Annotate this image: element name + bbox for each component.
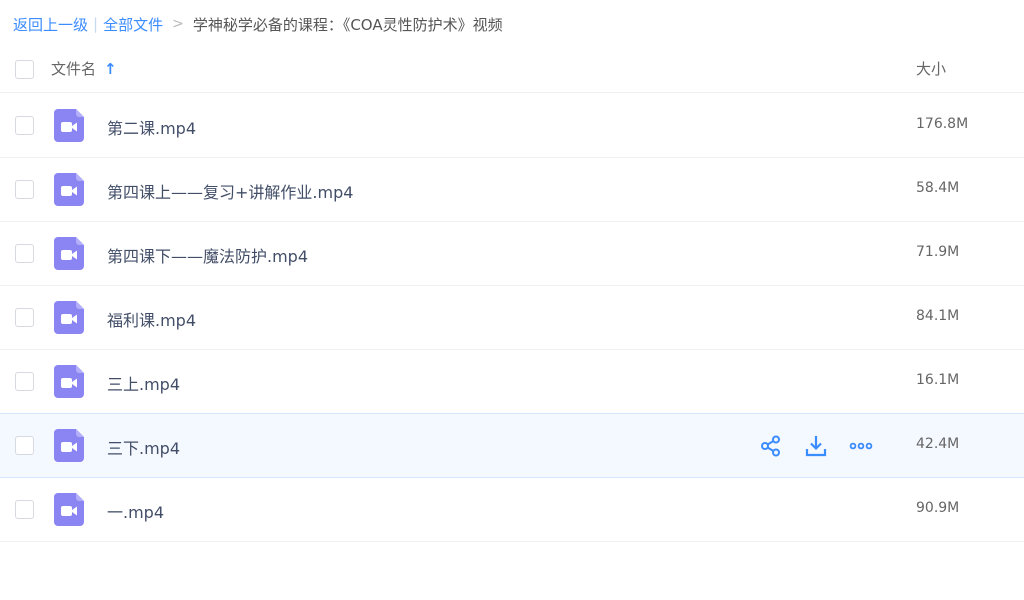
video-file-icon[interactable] — [54, 237, 84, 270]
file-name[interactable]: 福利课.mp4 — [107, 307, 196, 331]
file-checkbox[interactable] — [15, 436, 34, 455]
file-size: 176.8M — [916, 116, 969, 132]
list-header: 文件名 ↑ 大小 — [0, 46, 1024, 93]
file-name[interactable]: 一.mp4 — [107, 499, 164, 523]
video-file-icon[interactable] — [54, 493, 84, 526]
file-row[interactable]: 福利课.mp4 84.1M — [0, 286, 1024, 350]
file-checkbox[interactable] — [15, 308, 34, 327]
breadcrumb: 返回上一级 | 全部文件 > 学神秘学必备的课程：《COA灵性防护术》视频 — [13, 13, 503, 35]
row-actions — [758, 434, 874, 458]
file-list: 第二课.mp4 176.8M 第四课上——复习+讲解作业.mp4 58.4M 第四课… — [0, 94, 1024, 542]
file-checkbox[interactable] — [15, 372, 34, 391]
video-file-icon[interactable] — [54, 173, 84, 206]
video-file-icon[interactable] — [54, 301, 84, 334]
file-size: 90.9M — [916, 500, 960, 516]
column-header-size[interactable]: 大小 — [916, 58, 946, 79]
file-row[interactable]: 第二课.mp4 176.8M — [0, 94, 1024, 158]
column-header-name[interactable]: 文件名 ↑ — [51, 58, 117, 79]
file-name[interactable]: 三下.mp4 — [107, 435, 180, 459]
video-file-icon[interactable] — [54, 365, 84, 398]
file-size: 71.9M — [916, 244, 960, 260]
more-icon[interactable] — [848, 434, 874, 458]
video-file-icon[interactable] — [54, 109, 84, 142]
file-checkbox[interactable] — [15, 244, 34, 263]
file-name[interactable]: 第四课下——魔法防护.mp4 — [107, 243, 308, 267]
file-size: 84.1M — [916, 308, 960, 324]
select-all-checkbox[interactable] — [15, 60, 34, 79]
file-size: 42.4M — [916, 436, 960, 452]
file-name[interactable]: 三上.mp4 — [107, 371, 180, 395]
breadcrumb-divider: | — [93, 15, 99, 33]
file-checkbox[interactable] — [15, 500, 34, 519]
current-folder-title: 学神秘学必备的课程：《COA灵性防护术》视频 — [192, 15, 503, 34]
breadcrumb-separator: > — [172, 16, 184, 32]
file-row[interactable]: 三上.mp4 16.1M — [0, 350, 1024, 414]
back-link[interactable]: 返回上一级 — [13, 14, 88, 35]
file-row[interactable]: 一.mp4 90.9M — [0, 478, 1024, 542]
file-size: 58.4M — [916, 180, 960, 196]
share-icon[interactable] — [758, 434, 784, 458]
file-size: 16.1M — [916, 372, 960, 388]
file-row[interactable]: 第四课下——魔法防护.mp4 71.9M — [0, 222, 1024, 286]
file-checkbox[interactable] — [15, 116, 34, 135]
file-name[interactable]: 第四课上——复习+讲解作业.mp4 — [107, 179, 353, 203]
file-name[interactable]: 第二课.mp4 — [107, 115, 196, 139]
file-row[interactable]: 第四课上——复习+讲解作业.mp4 58.4M — [0, 158, 1024, 222]
file-checkbox[interactable] — [15, 180, 34, 199]
arrow-up-icon[interactable]: ↑ — [104, 60, 117, 78]
video-file-icon[interactable] — [54, 429, 84, 462]
all-files-link[interactable]: 全部文件 — [103, 14, 163, 35]
download-icon[interactable] — [803, 434, 829, 458]
column-header-name-label: 文件名 — [51, 60, 97, 78]
file-row[interactable]: 三下.mp4 42.4M — [0, 413, 1024, 478]
